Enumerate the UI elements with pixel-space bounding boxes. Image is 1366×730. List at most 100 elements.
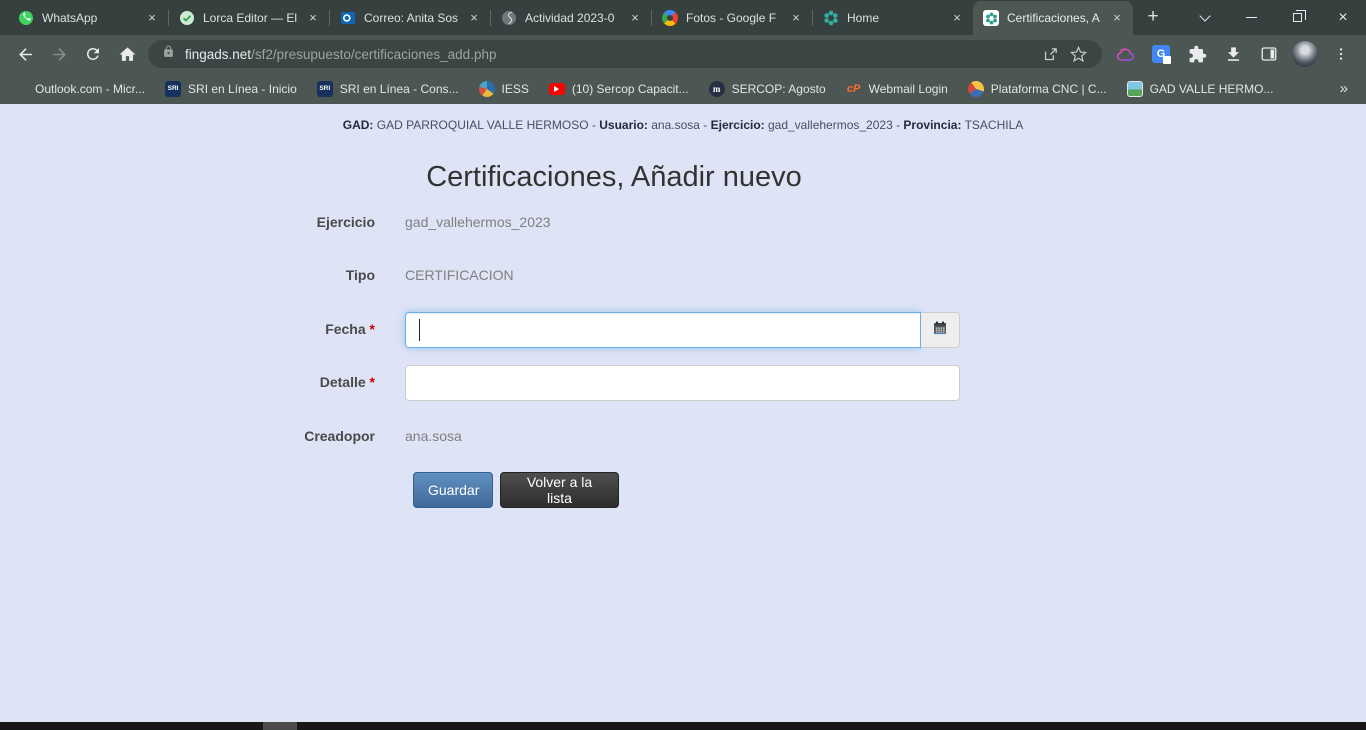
window-minimize-button[interactable] [1228, 0, 1274, 35]
tab-home[interactable]: Home × [813, 1, 973, 35]
tab-correo-outlook[interactable]: Correo: Anita Sos × [330, 1, 490, 35]
bookmark-sri-inicio[interactable]: SRI SRI en Línea - Inicio [165, 81, 297, 97]
tab-title: Certificaciones, A [1007, 11, 1101, 25]
extension-cloud-icon[interactable] [1108, 37, 1142, 71]
web-page-content: GAD: GAD PARROQUIAL VALLE HERMOSO - Usua… [0, 104, 1366, 722]
ejercicio-field-label: Ejercicio [0, 214, 375, 230]
form-row-fecha: Fecha * [0, 312, 1366, 348]
tab-certificaciones-active[interactable]: Certificaciones, A × [973, 1, 1133, 35]
browser-toolbar: fingads.net/sf2/presupuesto/certificacio… [0, 35, 1366, 73]
bookmark-webmail[interactable]: cP Webmail Login [846, 81, 948, 97]
bookmark-plataforma-cnc[interactable]: Plataforma CNC | C... [968, 81, 1107, 97]
bookmark-label: SRI en Línea - Inicio [188, 82, 297, 96]
tab-close-icon[interactable]: × [466, 10, 482, 26]
text-cursor [419, 319, 420, 341]
profile-avatar[interactable] [1292, 41, 1318, 67]
bookmark-label: Outlook.com - Micr... [35, 82, 145, 96]
sri-icon: SRI [165, 81, 181, 97]
fecha-input[interactable] [405, 312, 921, 348]
fingads-flower-icon [983, 10, 999, 26]
guardar-button[interactable]: Guardar [413, 472, 493, 508]
side-panel-icon[interactable] [1252, 37, 1286, 71]
lock-icon [162, 45, 175, 63]
checkmark-icon [179, 10, 195, 26]
bookmark-sercop-youtube[interactable]: (10) Sercop Capacit... [549, 81, 689, 97]
calendar-addon-button[interactable] [921, 312, 960, 348]
sri-icon: SRI [317, 81, 333, 97]
whatsapp-icon [18, 10, 34, 26]
translate-icon[interactable]: G [1144, 37, 1178, 71]
bookmark-label: GAD VALLE HERMO... [1150, 82, 1274, 96]
iess-icon [479, 81, 495, 97]
new-tab-button[interactable]: + [1139, 4, 1167, 32]
provincia-value: TSACHILA [961, 118, 1023, 132]
form-row-creadopor: Creadopor ana.sosa [0, 428, 1366, 444]
required-asterisk: * [370, 321, 375, 337]
tab-close-icon[interactable]: × [788, 10, 804, 26]
bookmark-outlook[interactable]: Outlook.com - Micr... [12, 81, 145, 97]
bookmarks-overflow-chevron[interactable]: » [1334, 80, 1354, 97]
reload-icon[interactable] [76, 37, 110, 71]
youtube-icon [549, 81, 565, 97]
share-icon[interactable] [1036, 40, 1064, 68]
gad-label: GAD: [343, 118, 374, 132]
forward-icon[interactable] [42, 37, 76, 71]
gad-value: GAD PARROQUIAL VALLE HERMOSO - [373, 118, 599, 132]
bookmark-label: Webmail Login [869, 82, 948, 96]
extensions-puzzle-icon[interactable] [1180, 37, 1214, 71]
bookmark-label: IESS [502, 82, 529, 96]
tab-title: Correo: Anita Sos [364, 11, 458, 25]
window-menu-chevron-icon[interactable] [1182, 0, 1228, 35]
tab-close-icon[interactable]: × [949, 10, 965, 26]
tab-actividad[interactable]: Actividad 2023-0 × [491, 1, 651, 35]
url-path: /sf2/presupuesto/certificaciones_add.php [251, 47, 496, 62]
ejercicio-value: gad_vallehermos_2023 - [765, 118, 904, 132]
tab-title: Fotos - Google F [686, 11, 780, 25]
tipo-field-label: Tipo [0, 267, 375, 283]
tab-close-icon[interactable]: × [1109, 10, 1125, 26]
bookmark-label: SRI en Línea - Cons... [340, 82, 459, 96]
downloads-icon[interactable] [1216, 37, 1250, 71]
tab-title: Lorca Editor — El [203, 11, 297, 25]
tab-close-icon[interactable]: × [627, 10, 643, 26]
url-domain: fingads.net [185, 47, 251, 62]
taskbar-edge-highlight [263, 722, 297, 730]
form-row-detalle: Detalle * [0, 365, 1366, 401]
page-title: Certificaciones, Añadir nuevo [264, 161, 964, 194]
bookmark-iess[interactable]: IESS [479, 81, 529, 97]
detalle-field-label: Detalle [320, 374, 370, 390]
bookmark-label: (10) Sercop Capacit... [572, 82, 689, 96]
tab-title: Home [847, 11, 941, 25]
bookmark-gad-valle-hermoso[interactable]: GAD VALLE HERMO... [1127, 81, 1274, 97]
address-bar[interactable]: fingads.net/sf2/presupuesto/certificacio… [148, 40, 1102, 68]
provincia-label: Provincia: [903, 118, 961, 132]
window-restore-button[interactable] [1274, 0, 1320, 35]
bookmark-sercop-agosto[interactable]: m SERCOP: Agosto [709, 81, 826, 97]
back-icon[interactable] [8, 37, 42, 71]
ejercicio-label: Ejercicio: [711, 118, 765, 132]
window-controls: × [1182, 0, 1366, 35]
bookmark-star-icon[interactable] [1064, 40, 1092, 68]
fingads-flower-icon [823, 10, 839, 26]
outlook-icon [340, 10, 356, 26]
bookmark-label: Plataforma CNC | C... [991, 82, 1107, 96]
tab-whatsapp[interactable]: WhatsApp × [8, 1, 168, 35]
volver-a-la-lista-button[interactable]: Volver a la lista [500, 472, 619, 508]
calendar-icon [932, 320, 948, 341]
bookmark-sri-consultas[interactable]: SRI SRI en Línea - Cons... [317, 81, 459, 97]
tab-title: Actividad 2023-0 [525, 11, 619, 25]
taskbar-edge [0, 722, 1366, 730]
ejercicio-field-value: gad_vallehermos_2023 [405, 214, 551, 230]
creadopor-field-value: ana.sosa [405, 428, 462, 444]
tab-lorca-editor[interactable]: Lorca Editor — El × [169, 1, 329, 35]
usuario-value: ana.sosa - [648, 118, 711, 132]
form-row-tipo: Tipo CERTIFICACION [0, 267, 1366, 283]
sercop-icon: m [709, 81, 725, 97]
menu-dots-icon[interactable] [1324, 37, 1358, 71]
tab-close-icon[interactable]: × [305, 10, 321, 26]
window-close-button[interactable]: × [1320, 0, 1366, 35]
detalle-input[interactable] [405, 365, 960, 401]
home-icon[interactable] [110, 37, 144, 71]
tab-google-fotos[interactable]: Fotos - Google F × [652, 1, 812, 35]
tab-close-icon[interactable]: × [144, 10, 160, 26]
